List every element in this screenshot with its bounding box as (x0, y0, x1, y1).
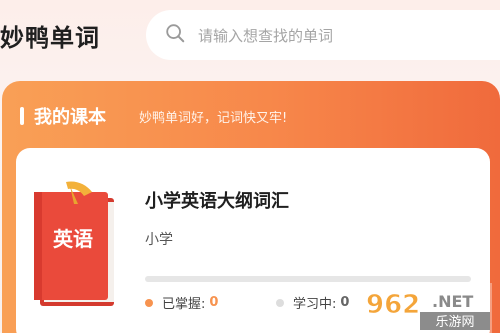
watermark-number: 962 (366, 290, 420, 320)
mastered-value: 0 (209, 295, 219, 310)
mastered-label: 已掌握: (162, 297, 206, 312)
search-input[interactable]: 请输入想查找的单词 (198, 25, 333, 46)
watermark-caption: 乐游网 (435, 315, 474, 330)
search-bar[interactable]: 请输入想查找的单词 (146, 10, 500, 60)
learning-stat: 学习中: 0 (276, 293, 349, 312)
learning-value: 0 (340, 295, 350, 310)
mastered-stat: 已掌握: 0 (145, 293, 218, 312)
textbook-title: 小学英语大纲词汇 (145, 191, 289, 212)
section-title: 我的课本 (34, 107, 106, 128)
textbook-level: 小学 (145, 232, 173, 248)
search-icon (164, 22, 186, 48)
book-cover-icon: 英语 (34, 181, 114, 306)
section-subtitle: 妙鸭单词好，记词快又牢! (139, 111, 288, 126)
learning-label: 学习中: (293, 297, 337, 312)
book-cover-label: 英语 (53, 227, 93, 251)
watermark-logo: 962 .NET 乐游网 (362, 283, 492, 333)
learning-dot (276, 298, 284, 307)
app-title: 妙鸭单词 (0, 24, 100, 52)
mastered-dot (145, 298, 153, 307)
progress-bar (145, 276, 471, 282)
watermark-suffix: .NET (432, 292, 473, 311)
section-title-bar (20, 107, 24, 125)
